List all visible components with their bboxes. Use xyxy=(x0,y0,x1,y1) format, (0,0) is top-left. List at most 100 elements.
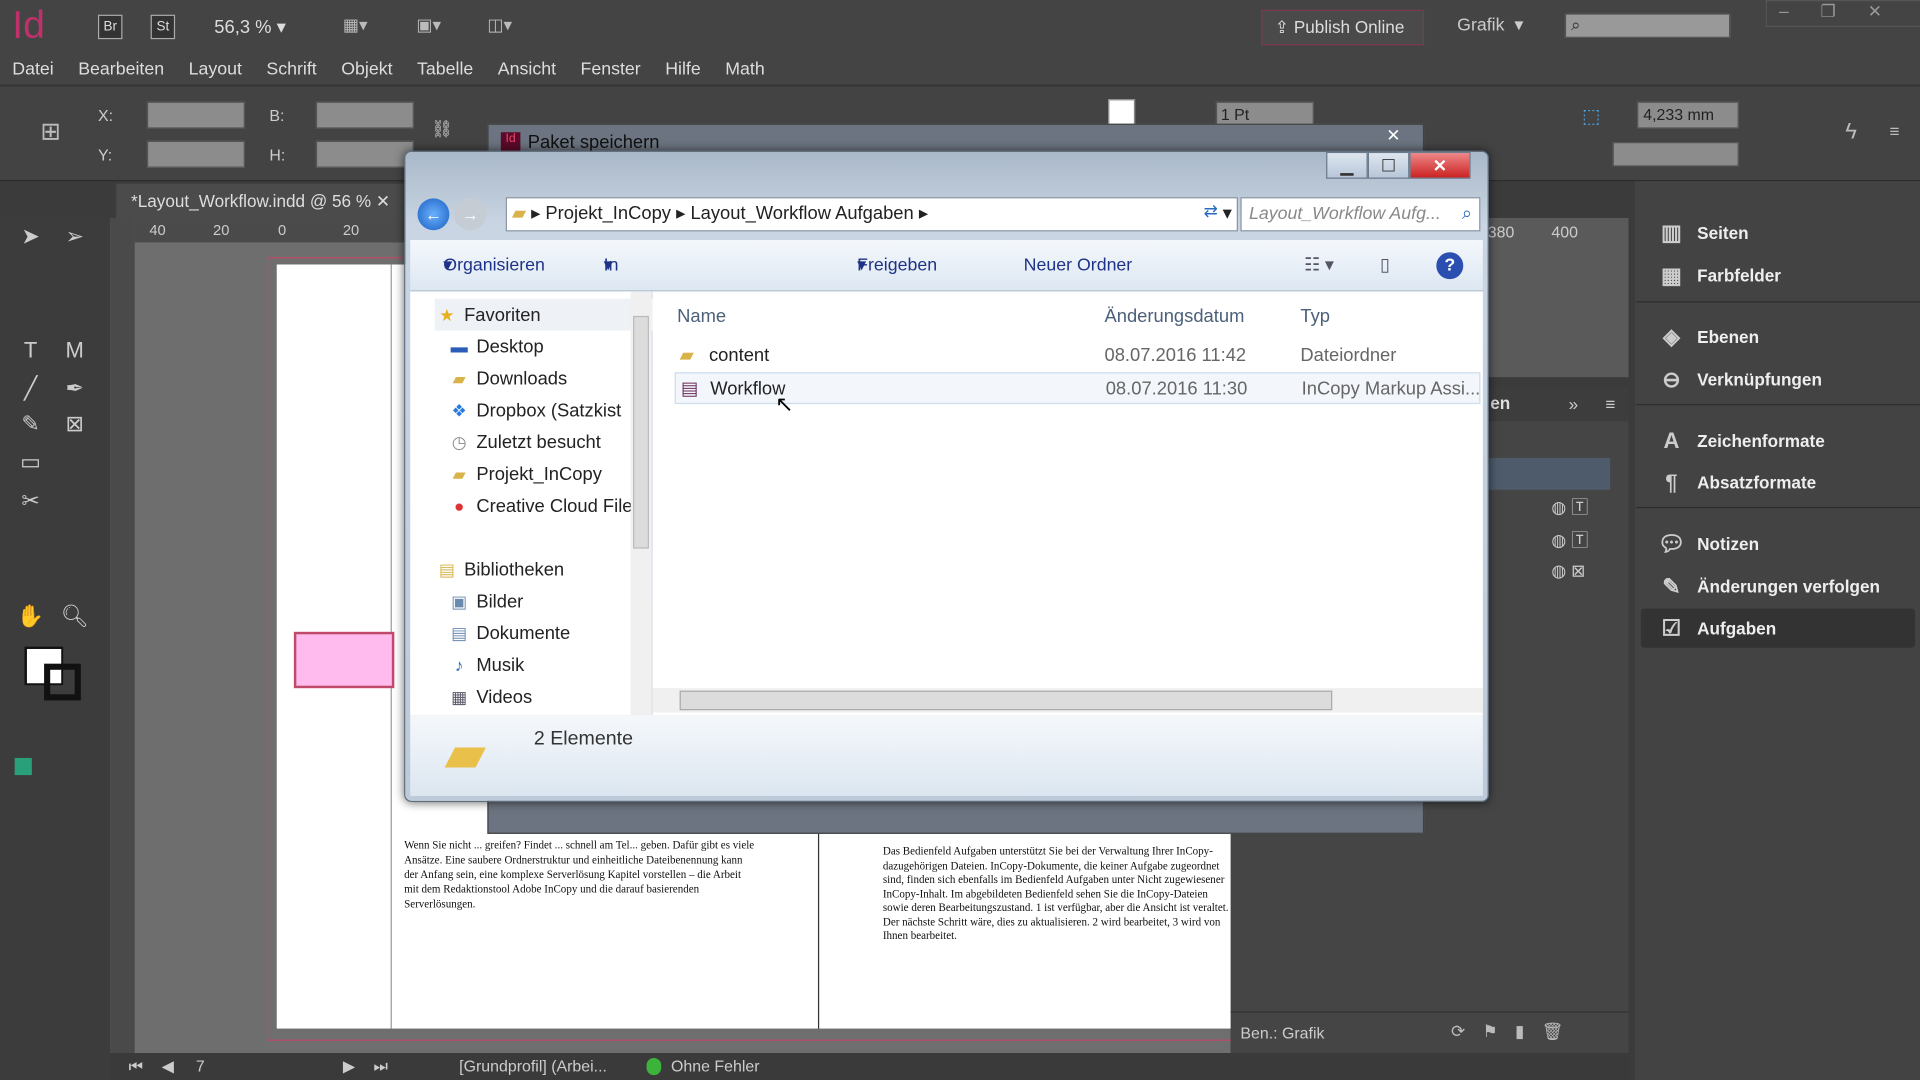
menu-objekt[interactable]: Objekt xyxy=(341,55,392,84)
workspace-switcher[interactable]: Grafik ▾ xyxy=(1457,16,1523,36)
close-button[interactable]: ✕ xyxy=(1364,125,1423,149)
assignments-tab[interactable]: en xyxy=(1490,393,1510,413)
stroke-none-swatch[interactable] xyxy=(1108,99,1136,127)
organize-button[interactable]: Organisieren ▾ xyxy=(443,240,545,291)
incopy-status-icon: ◍ ⊠ xyxy=(1551,560,1586,581)
nav-favoriten[interactable]: ★ Favoriten xyxy=(434,298,656,331)
horizontal-scrollbar[interactable] xyxy=(652,688,1483,713)
menu-tabelle[interactable]: Tabelle xyxy=(417,55,473,84)
menu-ansicht[interactable]: Ansicht xyxy=(498,55,556,84)
quick-apply-icon[interactable]: ϟ xyxy=(1845,119,1857,145)
minimize-button[interactable]: ▁ xyxy=(1326,151,1368,179)
address-dropdown-icon[interactable]: ▾ xyxy=(1223,198,1232,230)
frame-fitting-icon[interactable]: ⬚ xyxy=(1582,104,1601,128)
menu-hilfe[interactable]: Hilfe xyxy=(665,55,701,84)
help-search-input[interactable]: ⌕ xyxy=(1564,13,1731,38)
breadcrumb-item[interactable]: Projekt_InCopy xyxy=(545,203,671,224)
stroke-style-select[interactable] xyxy=(1612,142,1739,167)
rectangle-frame-tool-icon[interactable]: ⊠ xyxy=(59,408,91,440)
preflight-status[interactable]: Ohne Fehler xyxy=(671,1057,759,1075)
nav-scrollbar[interactable] xyxy=(630,291,652,716)
next-page-button[interactable]: ▶ xyxy=(343,1057,355,1077)
bridge-button[interactable]: Br xyxy=(97,14,123,40)
menu-datei[interactable]: Datei xyxy=(12,55,53,84)
panel-menu-icon[interactable]: ≡ xyxy=(1605,394,1615,414)
panel-zeichenformate[interactable]: A Zeichenformate xyxy=(1641,421,1915,460)
text-frame-left[interactable]: Wenn Sie nicht ... greifen? Findet ... s… xyxy=(404,838,754,954)
menu-fenster[interactable]: Fenster xyxy=(581,55,641,84)
screen-mode-icon[interactable]: ▣▾ xyxy=(416,15,441,36)
hand-tool-icon[interactable]: ✋ xyxy=(15,600,47,632)
share-with-button[interactable]: Freigeben für ▾ xyxy=(857,240,937,327)
menu-schrift[interactable]: Schrift xyxy=(266,55,316,84)
search-input[interactable]: Layout_Workflow Aufg... ⌕ xyxy=(1240,197,1481,232)
column-date[interactable]: Änderungsdatum xyxy=(1104,306,1244,327)
pen-tool-icon[interactable]: ✒ xyxy=(59,372,91,404)
panel-notizen[interactable]: 💬︎ Notizen xyxy=(1641,524,1915,563)
window-controls[interactable]: –❐✕ xyxy=(1765,0,1920,27)
panel-seiten[interactable]: ▥ Seiten xyxy=(1641,213,1915,252)
close-button[interactable]: ✕ xyxy=(1409,151,1471,179)
assignment-row-selected[interactable] xyxy=(1487,457,1611,490)
panel-farbfelder[interactable]: ▦ Farbfelder xyxy=(1641,256,1915,295)
menu-bearbeiten[interactable]: Bearbeiten xyxy=(78,55,164,84)
panel-aenderungen-verfolgen[interactable]: ✎ Änderungen verfolgen xyxy=(1641,567,1915,606)
help-icon[interactable]: ? xyxy=(1436,252,1464,280)
preview-pane-icon[interactable]: ▯ xyxy=(1380,240,1390,291)
rectangle-tool-icon[interactable]: ▭ xyxy=(15,446,47,478)
preflight-profile[interactable]: [Grundprofil] (Arbei... xyxy=(459,1057,607,1075)
back-button[interactable]: ← xyxy=(417,198,450,231)
refresh-icon[interactable]: ⇄ xyxy=(1204,201,1218,222)
panel-verknuepfungen[interactable]: ⊖ Verknüpfungen xyxy=(1641,360,1915,399)
view-options-icon[interactable]: ▦▾ xyxy=(343,15,368,36)
column-name[interactable]: Name xyxy=(677,306,726,327)
constrain-proportions-icon[interactable]: ⛓ xyxy=(431,119,453,140)
last-page-button[interactable]: ⏭ xyxy=(373,1057,387,1077)
selection-tool-icon[interactable]: ➤ xyxy=(15,220,47,252)
document-tab[interactable]: *Layout_Workflow.indd @ 56 % ✕ xyxy=(116,183,411,218)
reference-point-icon[interactable]: ⊞ xyxy=(40,116,61,147)
apply-color-icon[interactable] xyxy=(14,757,32,776)
menu-layout[interactable]: Layout xyxy=(189,55,242,84)
maximize-button[interactable]: ☐ xyxy=(1367,151,1410,179)
prev-page-button[interactable]: ◀ xyxy=(162,1057,174,1077)
forward-button[interactable]: → xyxy=(454,198,487,231)
breadcrumb-item[interactable]: Layout_Workflow Aufgaben xyxy=(690,203,913,224)
direct-selection-tool-icon[interactable]: ➢ xyxy=(59,220,91,252)
width-field[interactable] xyxy=(315,101,414,129)
column-type[interactable]: Typ xyxy=(1300,306,1330,327)
panel-ebenen[interactable]: ◈ Ebenen xyxy=(1641,317,1915,356)
stroke-swatch[interactable] xyxy=(44,663,81,701)
math-tool-icon[interactable]: M xyxy=(59,334,91,366)
assignments-footer: Ben.: Grafik ⟳⚑▮🗑 xyxy=(1230,1011,1629,1053)
type-tool-icon[interactable]: T xyxy=(15,334,47,366)
zoom-select[interactable]: 56,3 % ▾ xyxy=(214,16,286,38)
new-folder-button[interactable]: Neuer Ordner xyxy=(1024,240,1133,291)
stock-button[interactable]: St xyxy=(150,14,176,40)
pencil-tool-icon[interactable]: ✎ xyxy=(15,408,47,440)
panel-menu-icon[interactable]: ≡ xyxy=(1889,121,1899,141)
expand-panel-icon[interactable]: » xyxy=(1569,394,1579,414)
view-options-icon[interactable]: ☷ ▾ xyxy=(1304,240,1334,291)
text-frame-right[interactable]: Das Bedienfeld Aufgaben unterstützt Sie … xyxy=(883,845,1232,961)
x-field[interactable] xyxy=(146,101,245,129)
first-page-button[interactable]: ⏮ xyxy=(129,1057,143,1077)
file-row[interactable]: ▰ content 08.07.2016 11:42 Dateiordner xyxy=(675,340,1481,372)
panel-aufgaben[interactable]: ☑ Aufgaben xyxy=(1640,608,1916,648)
address-bar[interactable]: ▰ ▸ Projekt_InCopy ▸ Layout_Workflow Auf… xyxy=(505,197,1238,232)
size-field[interactable]: 4,233 mm xyxy=(1637,101,1739,129)
scissors-tool-icon[interactable]: ✂ xyxy=(15,485,47,517)
publish-online-button[interactable]: ⇪ Publish Online xyxy=(1261,9,1425,46)
add-to-library-button[interactable]: In Bibliothek aufnehmen ▾ xyxy=(604,240,693,378)
menu-math[interactable]: Math xyxy=(725,55,764,84)
zoom-tool-icon[interactable]: 🔍︎ xyxy=(59,600,91,632)
height-field[interactable] xyxy=(315,140,414,168)
file-row[interactable]: ▤ Workflow 08.07.2016 11:30 InCopy Marku… xyxy=(674,372,1481,405)
arrange-documents-icon[interactable]: ◫▾ xyxy=(487,15,512,36)
panel-absatzformate[interactable]: ¶ Absatzformate xyxy=(1641,463,1915,502)
line-tool-icon[interactable]: ╱ xyxy=(15,372,47,404)
assignment-actions[interactable]: ⟳⚑▮🗑 xyxy=(1451,1021,1581,1042)
nav-bibliotheken[interactable]: ▤ Bibliotheken xyxy=(435,553,655,585)
page-number-field[interactable]: 7 xyxy=(196,1057,205,1075)
y-field[interactable] xyxy=(146,140,245,168)
